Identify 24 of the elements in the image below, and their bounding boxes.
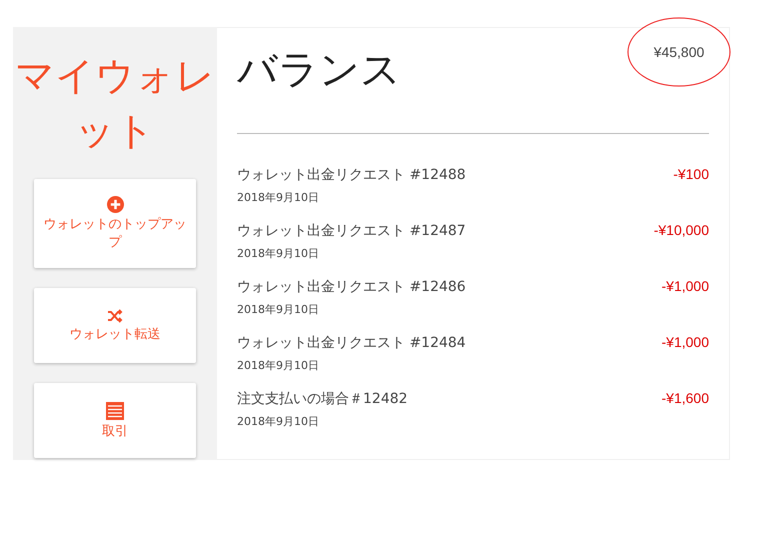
plus-circle-icon — [106, 196, 124, 213]
transaction-date: 2018年9月10日 — [237, 414, 320, 429]
transaction-amount: -¥1,600 — [662, 390, 709, 408]
transaction-date: 2018年9月10日 — [237, 246, 320, 261]
transaction-date: 2018年9月10日 — [237, 190, 320, 205]
transaction-title: ウォレット出金リクエスト #12486 — [237, 278, 466, 296]
transaction-amount: -¥10,000 — [654, 222, 709, 240]
balance-amount: ¥45,800 — [654, 44, 704, 60]
action-card[interactable]: ウォレット転送 — [34, 288, 196, 363]
transaction-title: ウォレット出金リクエスト #12487 — [237, 222, 466, 240]
action-card[interactable]: 取引 — [34, 383, 196, 458]
list-icon — [106, 402, 124, 420]
transaction-date: 2018年9月10日 — [237, 358, 320, 373]
transaction-amount: -¥1,000 — [662, 278, 709, 296]
transaction-amount: -¥100 — [673, 166, 709, 184]
transaction-date: 2018年9月10日 — [237, 302, 320, 317]
transaction-amount: -¥1,000 — [662, 334, 709, 352]
shuffle-icon — [107, 308, 123, 322]
balance-title: バランス — [237, 46, 401, 95]
action-card[interactable]: ウォレットのトップアップ — [34, 179, 196, 268]
transaction-title: ウォレット出金リクエスト #12488 — [237, 166, 466, 184]
transaction-title: ウォレット出金リクエスト #12484 — [237, 334, 466, 352]
transaction-title: 注文支払いの場合＃12482 — [237, 390, 408, 408]
sidebar-title: マイウォレット — [14, 53, 216, 156]
